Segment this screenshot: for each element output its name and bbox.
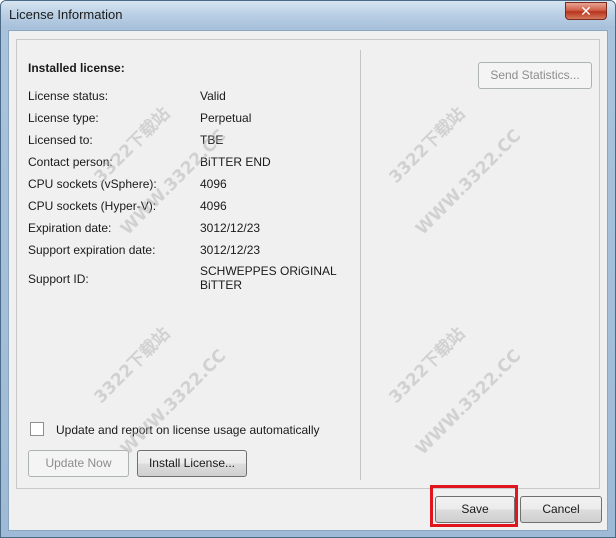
- cpu-sockets-hyperv-value: 4096: [200, 199, 227, 213]
- send-statistics-button[interactable]: Send Statistics...: [478, 62, 592, 89]
- support-id-value: SCHWEPPES ORiGINAL BiTTER: [200, 264, 337, 292]
- license-type-label: License type:: [28, 111, 99, 125]
- title-bar[interactable]: License Information ✕: [1, 1, 615, 29]
- contact-person-label: Contact person:: [28, 155, 113, 169]
- support-id-label: Support ID:: [28, 272, 89, 286]
- cpu-sockets-hyperv-label: CPU sockets (Hyper-V):: [28, 199, 157, 213]
- window-title: License Information: [9, 7, 123, 22]
- installed-license-heading: Installed license:: [28, 61, 125, 75]
- update-now-button[interactable]: Update Now: [28, 450, 129, 477]
- cancel-button[interactable]: Cancel: [520, 496, 602, 523]
- install-license-button[interactable]: Install License...: [137, 450, 247, 477]
- license-status-label: License status:: [28, 89, 109, 103]
- auto-report-label[interactable]: Update and report on license usage autom…: [56, 423, 320, 437]
- license-panel: Installed license: License status: Valid…: [16, 39, 600, 489]
- licensed-to-value: TBE: [200, 133, 224, 147]
- licensed-to-label: Licensed to:: [28, 133, 93, 147]
- license-status-value: Valid: [200, 89, 226, 103]
- contact-person-value: BiTTER END: [200, 155, 271, 169]
- auto-report-checkbox[interactable]: [30, 422, 44, 436]
- expiration-date-label: Expiration date:: [28, 221, 112, 235]
- support-expiration-date-value: 3012/12/23: [200, 243, 261, 257]
- watermark-text: 3322下载站: [90, 104, 175, 188]
- save-highlight-box: [430, 485, 518, 527]
- watermark-text: 3322下载站: [385, 104, 470, 188]
- watermark-url: WWW.3322.CC: [412, 345, 526, 460]
- expiration-date-value: 3012/12/23: [200, 221, 261, 235]
- close-button[interactable]: ✕: [565, 2, 607, 20]
- cpu-sockets-vsphere-value: 4096: [200, 177, 227, 191]
- license-information-window: License Information ✕ Installed license:…: [0, 0, 616, 538]
- support-expiration-date-label: Support expiration date:: [28, 243, 156, 257]
- close-icon: ✕: [580, 3, 592, 19]
- watermark-url: WWW.3322.CC: [117, 345, 231, 460]
- panel-divider: [360, 50, 361, 480]
- watermark-text: 3322下载站: [90, 324, 175, 408]
- watermark-url: WWW.3322.CC: [412, 125, 526, 240]
- cpu-sockets-vsphere-label: CPU sockets (vSphere):: [28, 177, 157, 191]
- dialog-body: Installed license: License status: Valid…: [8, 30, 608, 531]
- watermark-text: 3322下载站: [385, 324, 470, 408]
- license-type-value: Perpetual: [200, 111, 252, 125]
